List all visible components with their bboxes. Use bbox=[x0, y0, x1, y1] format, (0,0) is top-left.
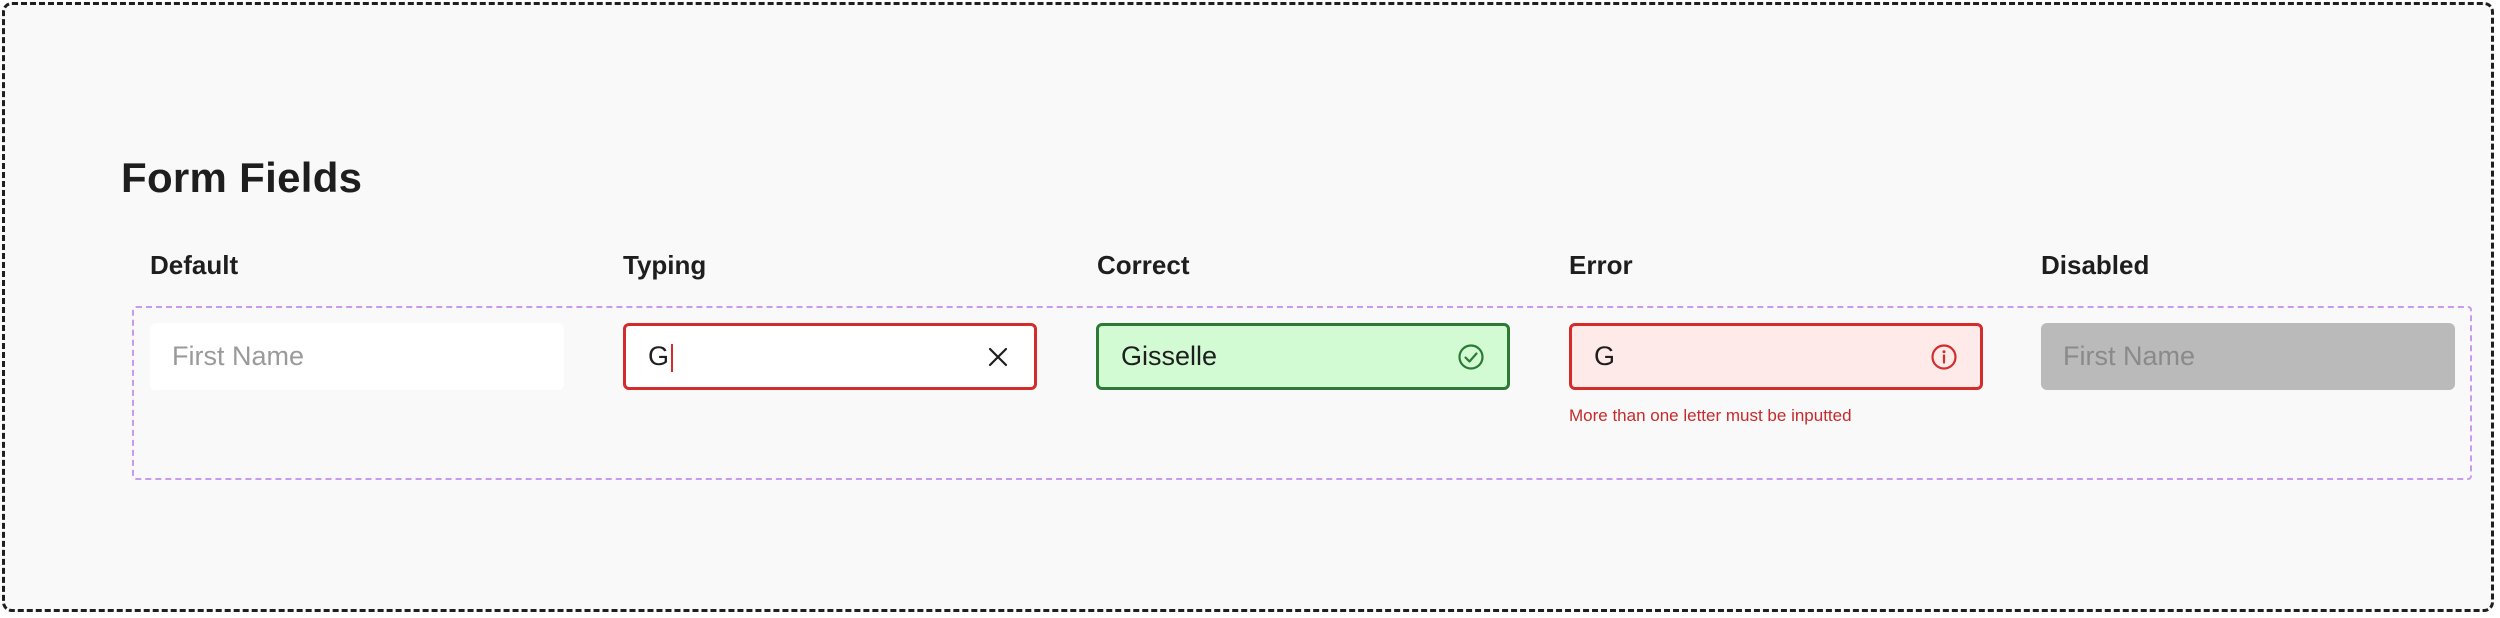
column-label-default: Default bbox=[150, 250, 239, 280]
field-value: G bbox=[648, 341, 984, 372]
text-caret bbox=[671, 343, 674, 372]
field-placeholder: First Name bbox=[172, 341, 305, 371]
first-name-field-disabled: First Name bbox=[2041, 323, 2455, 390]
close-icon[interactable] bbox=[984, 343, 1012, 371]
first-name-field-error[interactable]: G bbox=[1569, 323, 1983, 390]
column-label-correct: Correct bbox=[1097, 250, 1190, 280]
first-name-field-default[interactable]: First Name bbox=[150, 323, 564, 390]
column-label-error: Error bbox=[1569, 250, 1633, 280]
field-value: Gisselle bbox=[1121, 341, 1218, 371]
info-circle-icon bbox=[1930, 343, 1958, 371]
error-message: More than one letter must be inputted bbox=[1569, 406, 1852, 425]
page-title: Form Fields bbox=[121, 154, 363, 201]
first-name-field-typing[interactable]: G bbox=[623, 323, 1037, 390]
column-label-disabled: Disabled bbox=[2041, 250, 2150, 280]
column-label-typing: Typing bbox=[623, 250, 707, 280]
field-value: G bbox=[1594, 341, 1616, 371]
typed-text: G bbox=[648, 341, 670, 371]
check-circle-icon bbox=[1457, 343, 1485, 371]
first-name-field-correct[interactable]: Gisselle bbox=[1096, 323, 1510, 390]
field-placeholder: First Name bbox=[2063, 341, 2196, 371]
